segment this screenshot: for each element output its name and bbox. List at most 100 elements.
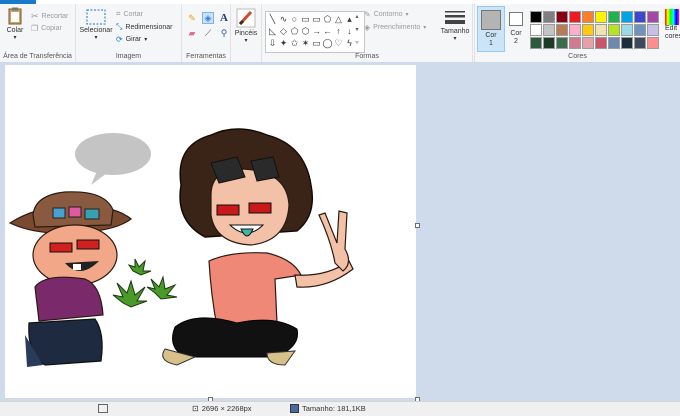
image-dimensions: 2696 × 2268px [201, 404, 252, 413]
magnifier-icon[interactable]: ⚲ [218, 27, 230, 39]
shape-option[interactable]: → [311, 25, 322, 37]
color2-swatch [509, 12, 523, 26]
copy-button[interactable]: ❐ Copiar [31, 24, 62, 33]
size-label: Tamanho [440, 28, 470, 35]
shape-option[interactable]: ✦ [278, 37, 289, 49]
palette-swatch[interactable] [530, 24, 542, 36]
palette-swatch[interactable] [647, 37, 659, 49]
rotate-label: Girar [125, 36, 142, 43]
shape-option[interactable]: ◺ [267, 25, 278, 37]
select-icon [86, 9, 106, 25]
dimensions-icon: ⊡ [192, 404, 199, 413]
palette-swatch[interactable] [608, 37, 620, 49]
shape-option[interactable]: ↑ [333, 25, 344, 37]
palette-swatch[interactable] [634, 11, 646, 23]
palette-swatch[interactable] [621, 24, 633, 36]
shapes-gallery: ╲ ∿ ○ ▭ ▭ ⬠ △ ▴ ◺ ◇ ⬠ ⬡ → ← ↑ ↓ ⇩ ✦ ✩ ✶ ▭ ◯ ♡ ϟ [265, 11, 365, 53]
drawing-canvas[interactable] [5, 65, 416, 398]
palette-swatch[interactable] [569, 24, 581, 36]
shape-option[interactable]: ◇ [278, 25, 289, 37]
resize-handle-right[interactable] [415, 223, 420, 228]
palette-swatch[interactable] [647, 24, 659, 36]
shape-option[interactable]: ∿ [278, 13, 289, 25]
palette-swatch[interactable] [569, 11, 581, 23]
outline-button[interactable]: ✎ Contorno ▾ [364, 10, 409, 19]
file-size: Tamanho: 181,1KB [302, 404, 366, 413]
palette-swatch[interactable] [634, 37, 646, 49]
palette-swatch[interactable] [543, 11, 555, 23]
shape-option[interactable]: ♡ [333, 37, 344, 49]
paste-icon [8, 7, 22, 25]
outline-icon: ✎ [364, 10, 371, 19]
palette-swatch[interactable] [582, 37, 594, 49]
palette-swatch[interactable] [595, 11, 607, 23]
shapes-scroll[interactable]: ▴ ▾ ▿ [353, 11, 361, 51]
palette-swatch[interactable] [595, 24, 607, 36]
select-button[interactable]: Selecionar ▾ [79, 9, 113, 41]
color-palette [530, 11, 659, 49]
speech-bubble [75, 133, 151, 175]
disk-icon [290, 404, 299, 413]
pencil-icon[interactable]: ✎ [186, 12, 198, 24]
shape-option[interactable]: ⬠ [289, 25, 300, 37]
palette-swatch[interactable] [582, 24, 594, 36]
shape-option[interactable]: ▭ [311, 13, 322, 25]
outline-label: Contorno [373, 11, 403, 18]
shape-option[interactable]: ⬡ [300, 25, 311, 37]
palette-swatch[interactable] [595, 37, 607, 49]
palette-swatch[interactable] [530, 11, 542, 23]
selection-size-cell [98, 404, 108, 413]
shape-option[interactable]: ⇩ [267, 37, 278, 49]
palette-swatch[interactable] [621, 11, 633, 23]
brushes-button[interactable]: Pincéis ▾ [232, 8, 260, 44]
crop-button[interactable]: ⌗ Cortar [116, 9, 143, 19]
fill-button[interactable]: ◈ Preenchimento ▾ [364, 23, 426, 32]
eraser-icon[interactable]: ▰ [186, 27, 198, 39]
color2-button[interactable]: Cor 2 [505, 6, 527, 50]
shape-option[interactable]: ◯ [322, 37, 333, 49]
shape-option[interactable]: ⬠ [322, 13, 333, 25]
clipboard-group-label: Área de Transferência [3, 53, 72, 60]
shape-option[interactable]: ← [322, 25, 333, 37]
palette-swatch[interactable] [608, 24, 620, 36]
right-pants [172, 317, 299, 358]
shape-option[interactable]: ✩ [289, 37, 300, 49]
palette-swatch[interactable] [556, 37, 568, 49]
color-picker-icon[interactable]: ⟋ [202, 27, 214, 39]
palette-swatch[interactable] [634, 24, 646, 36]
left-head [32, 224, 118, 286]
palette-swatch[interactable] [543, 24, 555, 36]
fill-bucket-icon[interactable]: ◈ [202, 12, 214, 24]
color1-button[interactable]: Cor 1 [477, 6, 505, 52]
palette-swatch[interactable] [621, 37, 633, 49]
palette-swatch[interactable] [569, 37, 581, 49]
paste-button[interactable]: Colar ▾ [3, 7, 27, 41]
palette-swatch[interactable] [543, 37, 555, 49]
palette-swatch[interactable] [582, 11, 594, 23]
brushes-label: Pincéis [234, 30, 258, 37]
crop-label: Cortar [123, 10, 143, 18]
tools-group-label: Ferramentas [186, 53, 226, 60]
edit-colors-button[interactable]: Edit cores [665, 6, 680, 50]
palette-swatch[interactable] [608, 11, 620, 23]
size-button[interactable]: Tamanho ▾ [437, 10, 473, 42]
selection-icon [98, 404, 108, 413]
palette-swatch[interactable] [556, 11, 568, 23]
color1-label: Cor 1 [485, 32, 497, 47]
shape-option[interactable]: ╲ [267, 13, 278, 25]
shape-option[interactable]: ✶ [300, 37, 311, 49]
brush-icon [236, 8, 256, 28]
cut-button[interactable]: ✂ Recortar [31, 11, 68, 22]
resize-button[interactable]: ⤡ Redimensionar [116, 22, 173, 32]
edit-colors-label: Edit cores [665, 25, 680, 40]
shape-option[interactable]: ▭ [300, 13, 311, 25]
palette-swatch[interactable] [647, 11, 659, 23]
shape-option[interactable]: ○ [289, 13, 300, 25]
text-tool-icon[interactable]: A [218, 12, 230, 24]
image-group: Selecionar ▾ ⌗ Cortar ⤡ Redimensionar ⟳ Gir… [76, 4, 182, 62]
shape-option[interactable]: ▭ [311, 37, 322, 49]
palette-swatch[interactable] [530, 37, 542, 49]
rotate-button[interactable]: ⟳ Girar ▾ [116, 35, 147, 44]
shape-option[interactable]: △ [333, 13, 344, 25]
palette-swatch[interactable] [556, 24, 568, 36]
